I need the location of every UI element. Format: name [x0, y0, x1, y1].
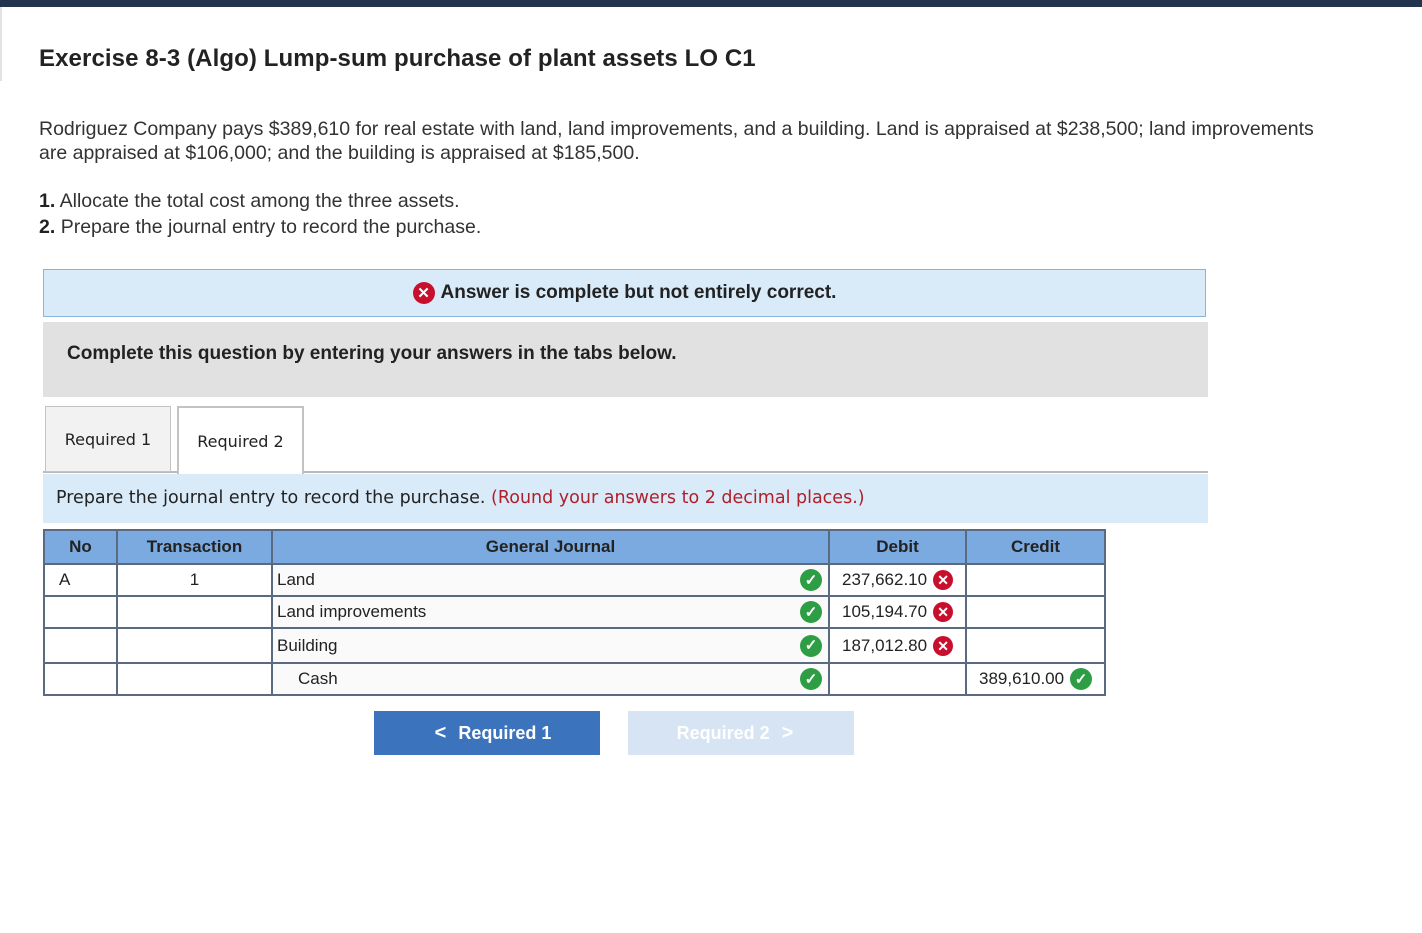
task-number: 1.: [39, 190, 56, 212]
task-text: Prepare the journal entry to record the …: [60, 216, 482, 238]
cell-transaction: [116, 595, 273, 629]
top-bar: [0, 0, 1422, 7]
cell-no: [43, 627, 118, 664]
chevron-right-icon: >: [781, 721, 794, 744]
prompt-bar: Prepare the journal entry to record the …: [43, 474, 1208, 523]
header-credit: Credit: [965, 529, 1106, 565]
task-text: Allocate the total cost among the three …: [59, 190, 460, 212]
prev-button-label: Required 1: [458, 722, 552, 743]
chevron-left-icon: <: [434, 721, 447, 744]
instruction-text: Complete this question by entering your …: [67, 343, 677, 364]
left-divider: [0, 7, 2, 81]
answer-feedback-banner: ✕ Answer is complete but not entirely co…: [43, 269, 1206, 317]
header-debit: Debit: [828, 529, 967, 565]
instruction-box: Complete this question by entering your …: [43, 322, 1208, 397]
table-row: Building ✓ 187,012.80 ✕: [43, 627, 1106, 664]
header-no: No: [43, 529, 118, 565]
header-transaction: Transaction: [116, 529, 273, 565]
account-name[interactable]: Building: [273, 636, 338, 656]
feedback-text: Answer is complete but not entirely corr…: [440, 282, 837, 303]
debit-cell[interactable]: 105,194.70 ✕: [828, 595, 967, 629]
general-journal-table: No Transaction General Journal Debit Cre…: [43, 529, 1106, 696]
debit-value[interactable]: 187,012.80: [830, 636, 927, 656]
credit-cell[interactable]: [965, 563, 1106, 597]
prev-required-1-button[interactable]: < Required 1: [374, 711, 600, 755]
prompt-text: Prepare the journal entry to record the …: [56, 488, 486, 508]
task-item: 1. Allocate the total cost among the thr…: [39, 188, 481, 214]
debit-cell[interactable]: 237,662.10 ✕: [828, 563, 967, 597]
debit-value[interactable]: 237,662.10: [830, 570, 927, 590]
task-number: 2.: [39, 216, 56, 238]
check-circle-icon: ✓: [1070, 668, 1093, 690]
rounding-note: (Round your answers to 2 decimal places.…: [491, 488, 865, 508]
cell-transaction: 1: [116, 563, 273, 597]
check-circle-icon: ✓: [800, 601, 822, 623]
cell-transaction: [116, 627, 273, 664]
cell-no: [43, 662, 118, 696]
credit-cell[interactable]: 389,610.00 ✓: [965, 662, 1106, 696]
account-cell[interactable]: Building ✓: [271, 627, 830, 664]
next-button-label: Required 2: [676, 722, 770, 743]
credit-cell[interactable]: [965, 627, 1106, 664]
next-required-2-button[interactable]: Required 2 >: [628, 711, 854, 755]
debit-value[interactable]: 105,194.70: [830, 602, 927, 622]
x-circle-icon: ✕: [933, 570, 954, 590]
tab-required-2[interactable]: Required 2: [177, 406, 304, 474]
table-row: Land improvements ✓ 105,194.70 ✕: [43, 595, 1106, 629]
account-name[interactable]: Land improvements: [273, 602, 426, 622]
table-row: Cash ✓ 389,610.00 ✓: [43, 662, 1106, 696]
account-name[interactable]: Cash: [273, 669, 338, 689]
account-cell[interactable]: Cash ✓: [271, 662, 830, 696]
account-cell[interactable]: Land improvements ✓: [271, 595, 830, 629]
task-item: 2. Prepare the journal entry to record t…: [39, 214, 481, 240]
debit-cell[interactable]: [828, 662, 967, 696]
table-row: A 1 Land ✓ 237,662.10 ✕: [43, 563, 1106, 597]
table-header-row: No Transaction General Journal Debit Cre…: [43, 529, 1106, 565]
account-name[interactable]: Land: [273, 570, 315, 590]
tab-required-1[interactable]: Required 1: [45, 406, 171, 472]
x-circle-icon: ✕: [412, 282, 435, 304]
problem-statement: Rodriguez Company pays $389,610 for real…: [39, 118, 1314, 164]
credit-value[interactable]: 389,610.00: [967, 669, 1064, 689]
x-circle-icon: ✕: [933, 602, 954, 622]
check-circle-icon: ✓: [800, 634, 822, 657]
exercise-title: Exercise 8-3 (Algo) Lump-sum purchase of…: [39, 45, 756, 72]
debit-cell[interactable]: 187,012.80 ✕: [828, 627, 967, 664]
check-circle-icon: ✓: [800, 668, 822, 690]
tab-bar: Required 1 Required 2: [43, 405, 1208, 474]
x-circle-icon: ✕: [933, 635, 954, 656]
cell-no: A: [43, 563, 118, 597]
prompt-line: Prepare the journal entry to record the …: [56, 488, 865, 508]
credit-cell[interactable]: [965, 595, 1106, 629]
cell-no: [43, 595, 118, 629]
account-cell[interactable]: Land ✓: [271, 563, 830, 597]
cell-transaction: [116, 662, 273, 696]
check-circle-icon: ✓: [800, 569, 822, 591]
task-list: 1. Allocate the total cost among the thr…: [39, 188, 481, 240]
header-general-journal: General Journal: [271, 529, 830, 565]
